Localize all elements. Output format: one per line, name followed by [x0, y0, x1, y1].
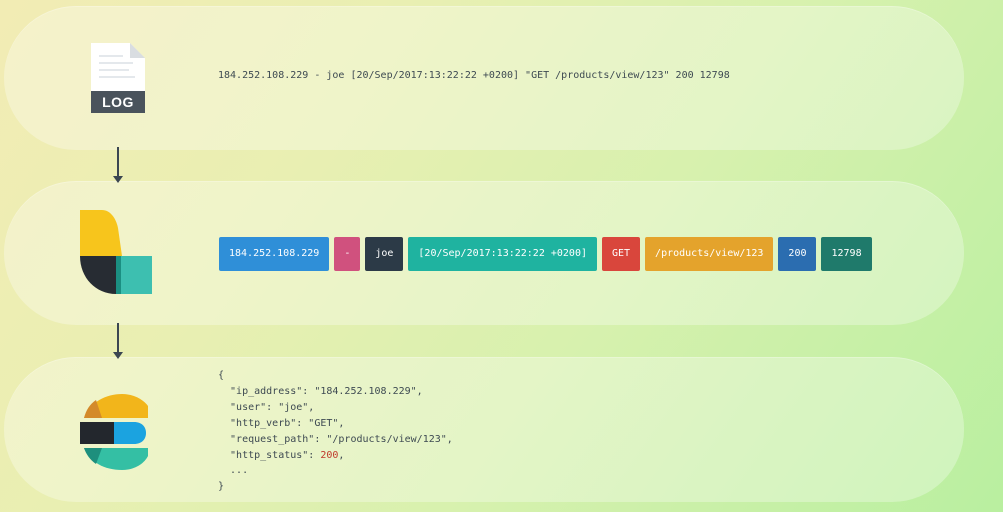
- json-number-value: 200: [320, 449, 339, 461]
- log-file-icon: LOG: [91, 43, 145, 113]
- logstash-logo: [80, 210, 152, 294]
- json-line: {: [218, 368, 453, 384]
- json-line: "http_status": 200,: [218, 448, 453, 464]
- json-text: "ip_address": "184.252.108.229",: [218, 385, 423, 397]
- parsed-token-row: 184.252.108.229- joe [20/Sep/2017:13:22:22…: [219, 237, 872, 271]
- json-text: ...: [218, 465, 249, 477]
- parsed-token: -: [334, 237, 361, 271]
- json-text: }: [218, 481, 225, 493]
- parsed-token: GET: [601, 237, 641, 271]
- elasticsearch-logo: [80, 394, 148, 470]
- parsed-token: /products/view/123: [645, 237, 774, 271]
- json-line: "http_verb": "GET",: [218, 416, 453, 432]
- parsed-token: 200: [778, 237, 817, 271]
- arrow-down-icon: [113, 147, 123, 183]
- json-text: "user": "joe",: [218, 401, 315, 413]
- json-line: "request_path": "/products/view/123",: [218, 432, 453, 448]
- json-text: "request_path": "/products/view/123",: [218, 433, 453, 445]
- parsed-token: joe: [365, 237, 404, 271]
- json-line: "ip_address": "184.252.108.229",: [218, 384, 453, 400]
- arrow-down-icon: [113, 323, 123, 359]
- json-text: {: [218, 370, 225, 381]
- log-icon-label: LOG: [91, 91, 145, 113]
- json-text: "http_verb": "GET",: [218, 417, 345, 429]
- json-text: "http_status":: [218, 449, 321, 461]
- parsed-token: [20/Sep/2017:13:22:22 +0200]: [408, 237, 597, 271]
- raw-log-line: 184.252.108.229 - joe [20/Sep/2017:13:22…: [218, 70, 730, 81]
- json-line: ...: [218, 463, 453, 479]
- parsed-token: 184.252.108.229: [219, 237, 330, 271]
- indexed-json-document: { "ip_address": "184.252.108.229", "user…: [218, 368, 453, 495]
- parsed-token: 12798: [821, 237, 872, 271]
- json-line: }: [218, 479, 453, 495]
- json-line: "user": "joe",: [218, 400, 453, 416]
- json-punctuation: ,: [338, 449, 345, 461]
